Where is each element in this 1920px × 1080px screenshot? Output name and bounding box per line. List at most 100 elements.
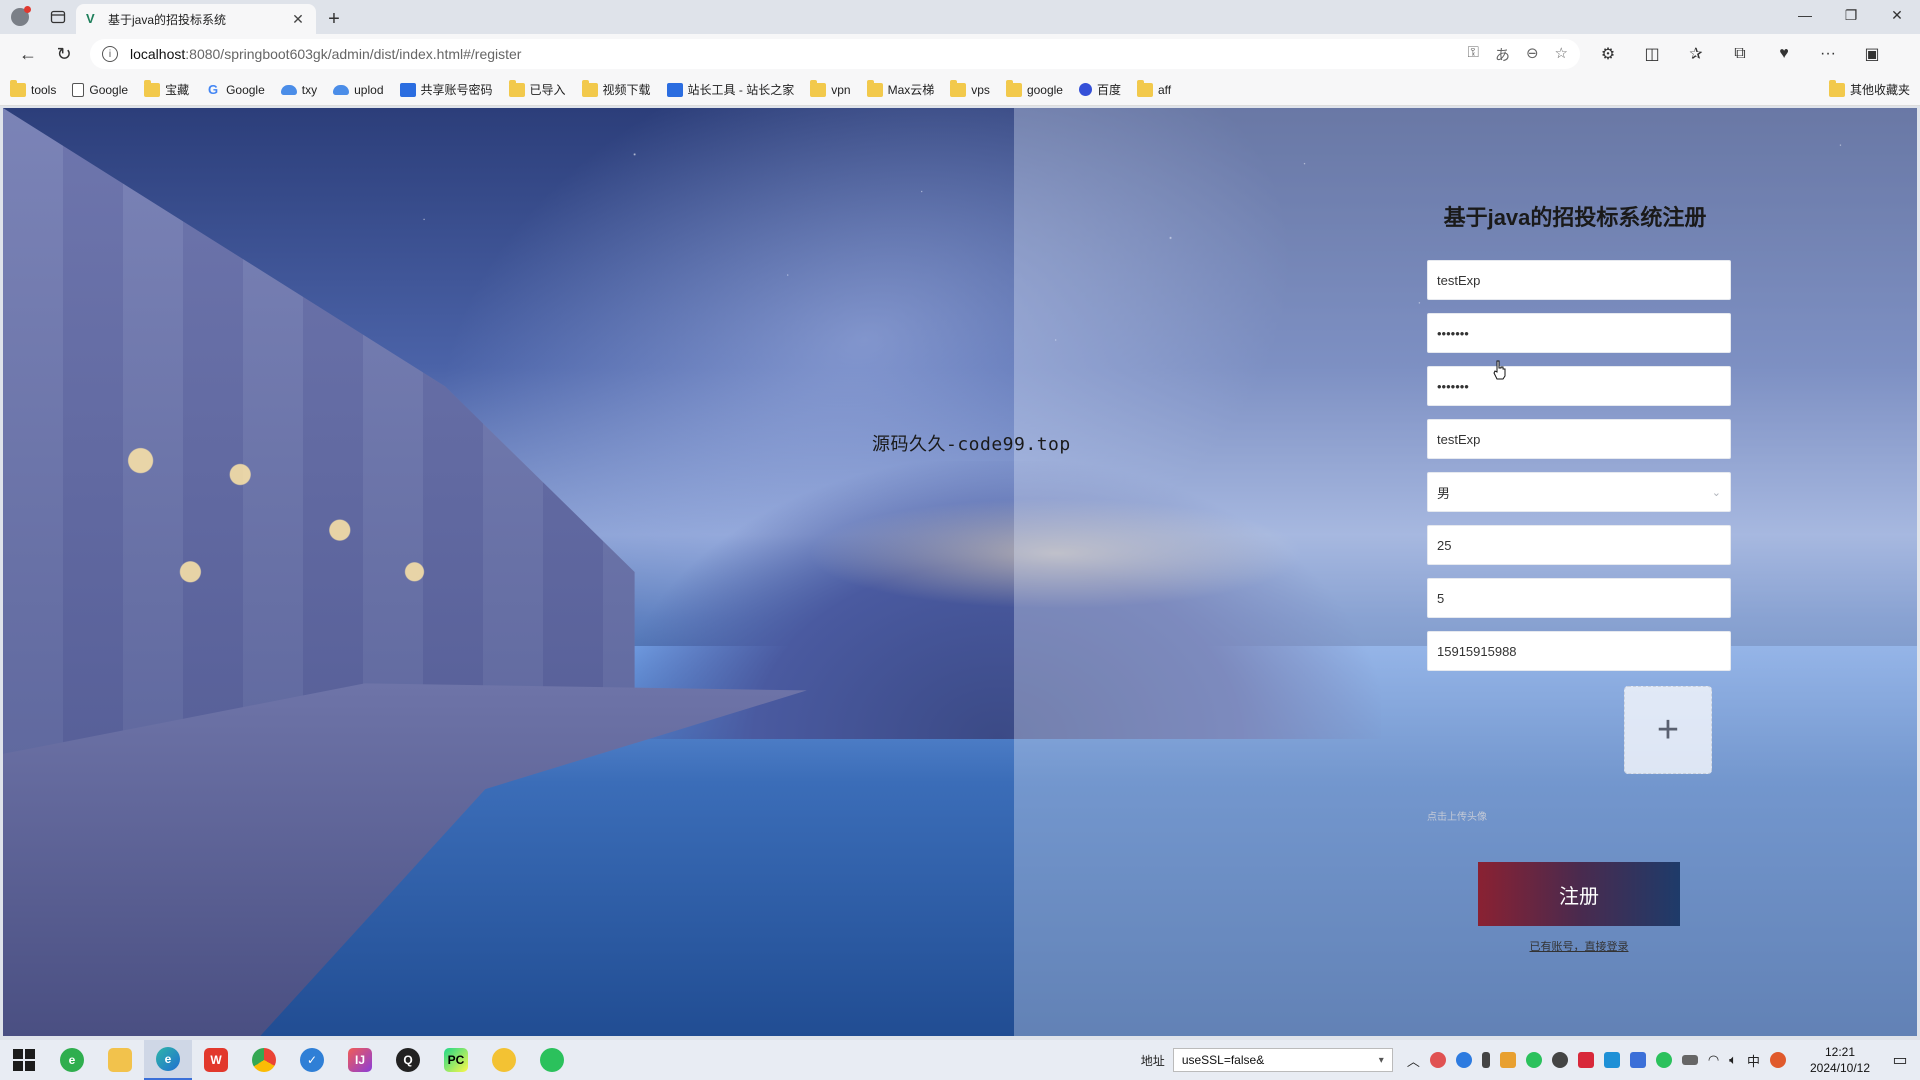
url-field[interactable]: i localhost:8080/springboot603gk/admin/d… [90,39,1580,69]
split-screen-icon[interactable]: ◫ [1634,38,1670,70]
confirm-password-input[interactable]: ••••••• [1427,366,1731,406]
ime-indicator[interactable]: 中 [1747,1051,1760,1070]
register-button[interactable]: 注册 [1478,862,1680,926]
bookmark-vps[interactable]: vps [950,79,990,97]
bookmark-video-download[interactable]: 视频下载 [581,79,651,98]
tab-actions-button[interactable] [40,0,76,34]
check-app-icon: ✓ [300,1048,324,1072]
tray-overflow-icon[interactable]: ︿ [1407,1051,1420,1070]
taskbar: e e W ✓ IJ Q PC 地址 useSSL=false& ▾ ︿ ◠ 🔈… [0,1040,1920,1080]
wifi-icon[interactable]: ◠ [1708,1052,1719,1068]
favorites-icon[interactable]: ✰ [1678,38,1714,70]
collections-icon[interactable]: ⧉ [1722,38,1758,70]
bookmark-google-folder[interactable]: google [1005,79,1063,97]
clock-date: 2024/10/12 [1809,1061,1871,1075]
taskbar-app-chrome[interactable] [240,1040,288,1080]
taskbar-app-edge[interactable]: e [144,1040,192,1080]
bookmark-baidu[interactable]: 百度 [1078,81,1121,98]
google-icon: G [208,81,219,97]
plus-icon: + [1656,708,1680,751]
favorite-star-icon[interactable]: ☆ [1555,44,1568,65]
background-lit-windows [41,404,539,684]
taskbar-app-pycharm[interactable]: PC [432,1040,480,1080]
browser-essentials-icon[interactable]: ♥ [1766,38,1802,70]
close-window-icon[interactable]: ✕ [1874,0,1920,30]
tray-app-icon[interactable] [1551,1052,1568,1068]
work-years-input[interactable]: 5 [1427,578,1731,618]
taskbar-app-explorer[interactable] [96,1040,144,1080]
phone-input[interactable]: 15915915988 [1427,631,1731,671]
extensions-icon[interactable]: ⚙ [1590,38,1626,70]
volume-icon[interactable]: 🔈︎ [1729,1052,1737,1068]
bookmark-other-favorites[interactable]: 其他收藏夹 [1828,79,1910,98]
microphone-icon[interactable] [1481,1052,1490,1068]
bookmark-tools[interactable]: tools [10,79,56,97]
taskbar-app-vscode-like[interactable]: ✓ [288,1040,336,1080]
bookmark-txy[interactable]: txy [280,83,317,97]
gender-value: 男 [1437,485,1451,501]
clock[interactable]: 12:21 2024/10/12 [1800,1044,1880,1076]
dropdown-arrow-icon[interactable]: ▾ [1379,1055,1384,1066]
back-icon[interactable]: ← [10,38,46,70]
translate-icon[interactable]: あ [1495,44,1510,65]
key-icon[interactable]: ⚿ [1468,44,1479,65]
restore-icon[interactable]: ❐ [1828,0,1874,30]
bookmark-vpn[interactable]: vpn [810,79,851,97]
tray-app-icon[interactable] [1603,1052,1620,1068]
username-input[interactable]: testExp [1427,260,1731,300]
taskbar-app-intellij[interactable]: IJ [336,1040,384,1080]
folder-icon [1005,79,1022,97]
login-link[interactable]: 已有账号，直接登录 [1478,938,1680,954]
name-input[interactable]: testExp [1427,419,1731,459]
confirm-password-value: ••••••• [1437,378,1469,394]
bookmark-chinaz[interactable]: 站长工具 - 站长之家 [666,81,794,98]
new-tab-button[interactable]: + [316,4,352,34]
more-menu-icon[interactable]: ··· [1810,38,1846,70]
gender-select[interactable]: 男 ⌄ [1427,472,1731,512]
name-value: testExp [1437,431,1481,447]
tray-app-icon[interactable] [1455,1052,1472,1068]
folder-icon [866,79,883,97]
password-input[interactable]: ••••••• [1427,313,1731,353]
avatar-upload-button[interactable]: + [1624,686,1712,774]
folder-icon [1137,79,1153,97]
bookmark-treasure[interactable]: 宝藏 [144,79,189,98]
taskbar-app-paint[interactable] [480,1040,528,1080]
bookmark-aff[interactable]: aff [1137,79,1171,97]
start-button[interactable] [0,1040,48,1080]
bookmark-google[interactable]: G Google [205,81,265,97]
reload-icon[interactable]: ↻ [46,38,82,70]
tray-app-icon[interactable] [1629,1052,1646,1068]
battery-icon[interactable] [1681,1055,1698,1065]
taskbar-address-input[interactable]: useSSL=false& ▾ [1172,1048,1393,1072]
input-method-icon[interactable] [1770,1052,1786,1068]
sidebar-toggle-icon[interactable]: ▣ [1854,38,1890,70]
age-input[interactable]: 25 [1427,525,1731,565]
minimize-icon[interactable]: — [1782,0,1828,30]
toolbar-right: ⚙ ◫ ✰ ⧉ ♥ ··· ▣ [1590,38,1890,70]
bookmark-uplod[interactable]: uplod [333,83,384,97]
tray-app-icon[interactable] [1429,1052,1446,1068]
taskbar-app-wps[interactable]: W [192,1040,240,1080]
tab-active[interactable]: V 基于java的招投标系统 ✕ [76,4,316,34]
tab-close-icon[interactable]: ✕ [290,11,306,28]
taskbar-address-value: useSSL=false& [1181,1053,1265,1067]
tray-app-icon[interactable] [1577,1052,1594,1068]
tray-app-icon[interactable] [1525,1052,1542,1068]
wechat-icon [540,1048,564,1072]
profile-button[interactable] [0,0,40,34]
zoom-out-icon[interactable]: ⊖ [1526,44,1539,65]
wechat-tray-icon[interactable] [1655,1052,1672,1068]
taskbar-app-wechat[interactable] [528,1040,576,1080]
taskbar-app-360-browser[interactable]: e [48,1040,96,1080]
notification-icon[interactable]: ▭ [1880,1050,1920,1070]
bookmark-google-page[interactable]: Google [72,82,128,97]
username-value: testExp [1437,272,1481,288]
taskbar-app-qq[interactable]: Q [384,1040,432,1080]
bookmark-shared-accounts[interactable]: 共享账号密码 [399,81,493,98]
bookmark-max-ladder[interactable]: Max云梯 [866,79,934,98]
page-icon [72,82,85,97]
site-info-icon[interactable]: i [102,46,118,62]
tray-app-icon[interactable] [1499,1052,1516,1068]
bookmark-imported[interactable]: 已导入 [508,79,566,98]
